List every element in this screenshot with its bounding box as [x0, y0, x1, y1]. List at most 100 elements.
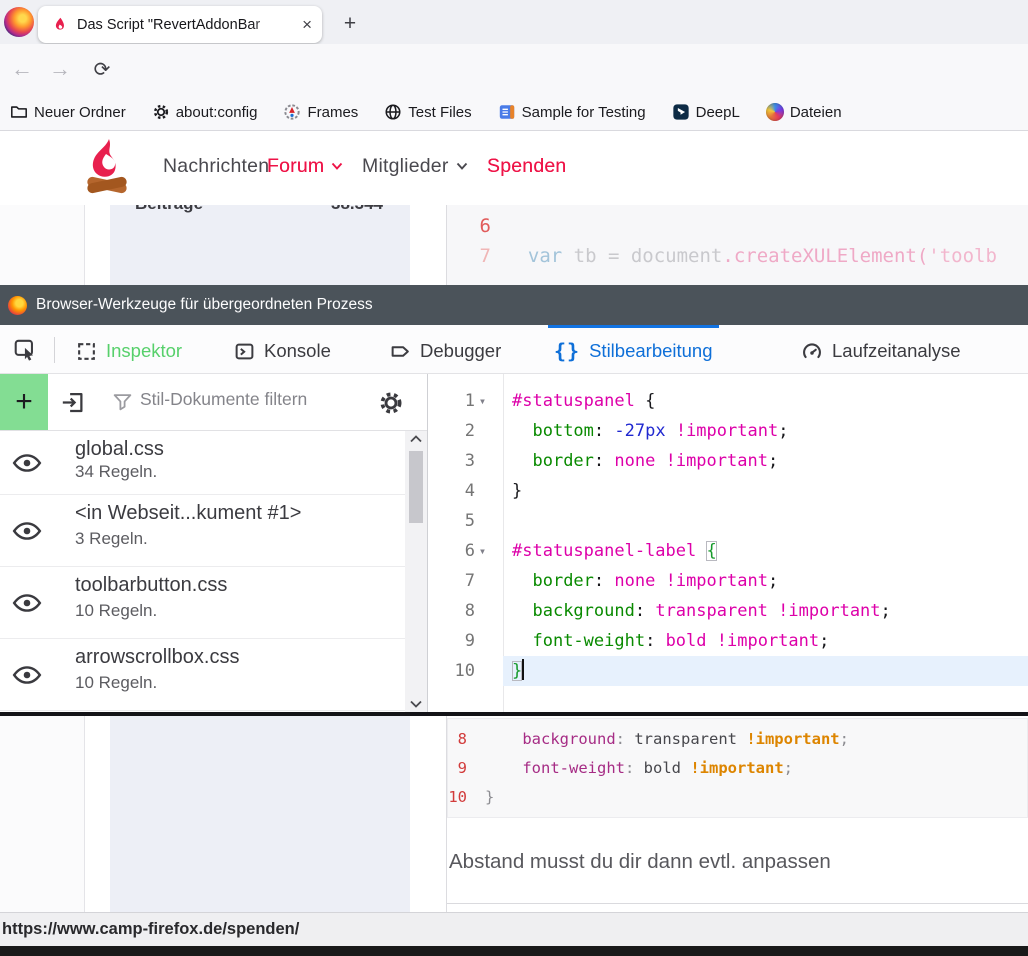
code-token: : [594, 571, 614, 591]
devtools-tab-konsole[interactable]: Konsole [228, 325, 337, 374]
pick-element-icon[interactable] [8, 333, 44, 367]
site-nav-spenden[interactable]: Spenden [487, 155, 566, 178]
code-token: -27px [614, 421, 665, 441]
bookmarks-toolbar: Neuer Ordner about:config Frames Test Files… [0, 94, 1028, 131]
site-header: NachrichtenForum Mitglieder Spenden [0, 131, 1028, 205]
tab-close-icon[interactable]: × [302, 16, 312, 33]
code-token: none [614, 571, 655, 591]
bookmark-neuer-ordner[interactable]: Neuer Ordner [10, 103, 126, 121]
new-stylesheet-button[interactable]: + [0, 374, 48, 430]
site-nav-mitglieder[interactable]: Mitglieder [362, 155, 468, 178]
back-icon[interactable]: ← [6, 44, 38, 94]
devtools-tab-inspektor[interactable]: Inspektor [70, 325, 188, 374]
code-token [707, 631, 717, 651]
visibility-eye-icon[interactable] [12, 452, 42, 474]
code-text: font-weight: bold !important; [485, 754, 793, 783]
sidebar-scrollbar[interactable] [405, 431, 427, 712]
editor-line-6[interactable]: 6▾#statuspanel-label { [428, 536, 1028, 566]
firefox-app-icon[interactable] [4, 7, 34, 37]
code-token: } [485, 788, 494, 806]
code-token: { [635, 391, 655, 411]
settings-gear-icon[interactable] [378, 390, 404, 416]
editor-gutter[interactable]: 8 [428, 596, 503, 626]
editor-gutter[interactable]: 10 [428, 656, 503, 686]
editor-gutter[interactable]: 9 [428, 626, 503, 656]
code-token: ; [819, 631, 829, 651]
stylesheet-item-toolbarbutton-css[interactable]: toolbarbutton.css10 Regeln. [0, 567, 427, 639]
code-token: bottom [532, 421, 593, 441]
editor-line-1[interactable]: 1▾#statuspanel { [428, 386, 1028, 416]
css-source-editor[interactable]: 1▾#statuspanel {2 bottom: -27px !importa… [428, 386, 1028, 686]
visibility-eye-icon[interactable] [12, 520, 42, 542]
code-token: border [532, 451, 593, 471]
stylesheet-item-arrowscrollbox-css[interactable]: arrowscrollbox.css10 Regeln. [0, 639, 427, 711]
bookmark-frames[interactable]: Frames [283, 103, 358, 121]
code-text: var tb = document.createXULElement('tool… [505, 241, 997, 271]
scroll-down-icon[interactable] [405, 696, 427, 712]
code-token: : [635, 601, 655, 621]
code-token: transparent [634, 730, 746, 748]
reload-icon[interactable]: ⟳ [86, 44, 118, 94]
stylesheet-item-global-css[interactable]: global.css34 Regeln. [0, 431, 427, 495]
line-number: 7 [447, 241, 491, 271]
site-nav-nachrichten[interactable]: Nachrichten [163, 155, 269, 178]
site-nav-forum[interactable]: Forum [267, 155, 343, 178]
devtools-tab-stilbearbeitung[interactable]: {}Stilbearbeitung [548, 325, 719, 374]
globe-icon [384, 103, 402, 121]
editor-line-2[interactable]: 2 bottom: -27px !important; [428, 416, 1028, 446]
editor-line-9[interactable]: 9 font-weight: bold !important; [428, 626, 1028, 656]
filter-stylesheets-input[interactable]: Stil-Dokumente filtern [140, 389, 307, 410]
line-number: 8 [465, 596, 475, 626]
scrollbar-thumb[interactable] [409, 451, 423, 523]
editor-line-5[interactable]: 5 [428, 506, 1028, 536]
editor-gutter[interactable]: 7 [428, 566, 503, 596]
visibility-eye-icon[interactable] [12, 592, 42, 614]
code-token: !important [676, 421, 778, 441]
bookmark-about-config[interactable]: about:config [152, 103, 258, 121]
campfire-logo[interactable] [84, 138, 132, 198]
editor-gutter[interactable]: 1▾ [428, 386, 503, 416]
toolbar-separator [54, 337, 55, 363]
book-icon [498, 103, 516, 121]
editor-gutter[interactable]: 2 [428, 416, 503, 446]
scroll-up-icon[interactable] [405, 431, 427, 447]
devtools-tab-label: Debugger [420, 340, 501, 362]
chevron-down-icon [456, 162, 468, 171]
bookmark-dateien[interactable]: Dateien [766, 103, 842, 121]
stylesheet-sidebar: + Stil-Dokumente filtern global.css34 Re… [0, 374, 428, 712]
code-token: : [594, 421, 614, 441]
code-token: ; [778, 421, 788, 441]
browser-tab[interactable]: Das Script "RevertAddonBar × [38, 6, 322, 43]
bookmark-label: Neuer Ordner [34, 104, 126, 121]
import-stylesheet-icon[interactable] [60, 389, 87, 416]
editor-gutter[interactable]: 5 [428, 506, 503, 536]
editor-line-4[interactable]: 4} [428, 476, 1028, 506]
devtools-tab-debugger[interactable]: Debugger [384, 325, 507, 374]
line-number: 3 [465, 446, 475, 476]
editor-line-3[interactable]: 3 border: none !important; [428, 446, 1028, 476]
gear-icon [152, 103, 170, 121]
code-token: 'toolb [928, 245, 997, 267]
browser-toolbox-window: Browser-Werkzeuge für übergeordneten Pro… [0, 285, 1028, 716]
devtools-tab-laufzeitanalyse[interactable]: Laufzeitanalyse [795, 325, 967, 374]
fold-arrow-icon[interactable]: ▾ [475, 386, 490, 416]
editor-gutter[interactable]: 3 [428, 446, 503, 476]
bookmark-deepl[interactable]: DeepL [672, 103, 740, 121]
forum-code-block-top: 67 var tb = document.createXULElement('t… [447, 205, 1028, 285]
bookmark-test-files[interactable]: Test Files [384, 103, 471, 121]
code-token: ; [768, 451, 778, 471]
editor-gutter[interactable]: 6▾ [428, 536, 503, 566]
tab-title: Das Script "RevertAddonBar [77, 17, 283, 33]
bookmark-sample-for-testing[interactable]: Sample for Testing [498, 103, 646, 121]
editor-code-line: #statuspanel { [503, 386, 1028, 416]
stylesheet-item-in-webseit-kument-1[interactable]: <in Webseit...kument #1>3 Regeln. [0, 495, 427, 567]
editor-line-8[interactable]: 8 background: transparent !important; [428, 596, 1028, 626]
visibility-eye-icon[interactable] [12, 664, 42, 686]
editor-line-10[interactable]: 10} [428, 656, 1028, 686]
fold-arrow-icon[interactable]: ▾ [475, 536, 490, 566]
code-token: !important [690, 759, 783, 777]
new-tab-button[interactable]: + [336, 10, 364, 38]
forward-icon[interactable]: → [44, 44, 76, 94]
editor-line-7[interactable]: 7 border: none !important; [428, 566, 1028, 596]
editor-gutter[interactable]: 4 [428, 476, 503, 506]
